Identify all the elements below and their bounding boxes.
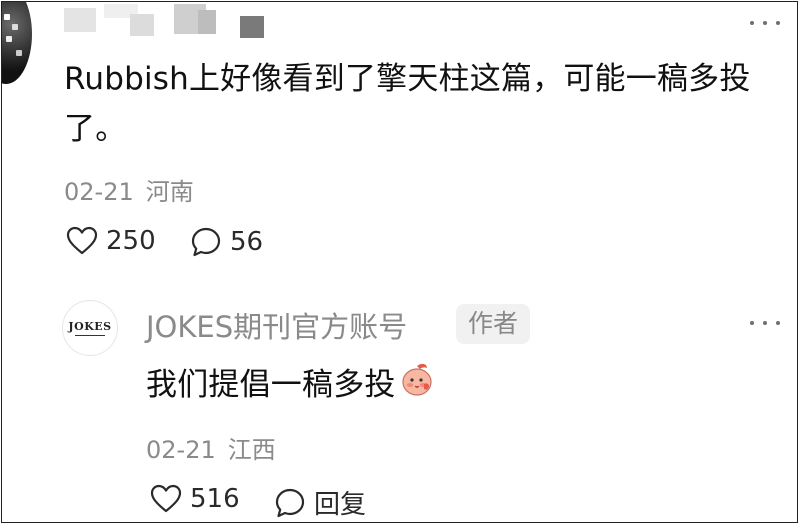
speech-bubble-icon (191, 227, 221, 257)
comment-region: 河南 (145, 178, 194, 206)
reply-label: 回复 (314, 490, 367, 520)
comment-meta: 02-21 河南 (64, 172, 194, 207)
reply-region: 江西 (227, 436, 276, 464)
heart-outline-icon (150, 484, 182, 513)
reply-date: 02-21 (146, 436, 216, 464)
reply-more-options-button[interactable] (750, 318, 780, 328)
comment-text-line1: Rubbish上好像看到了擎天柱这篇，可能一稿多投 (64, 61, 751, 97)
reply-button[interactable]: 回复 (274, 484, 366, 521)
reply-like-count: 516 (190, 484, 240, 514)
heart-outline-icon (66, 226, 98, 255)
more-dots-icon (750, 321, 754, 325)
more-dots-icon (750, 21, 754, 25)
obscured-username (64, 4, 284, 38)
reply-author-avatar[interactable]: JOKES (62, 300, 118, 356)
reply-text: 我们提倡一稿多投 (146, 367, 396, 403)
reply-count: 56 (230, 227, 264, 257)
comment-text-line2: 了。 (64, 111, 127, 147)
speech-bubble-icon (275, 488, 305, 517)
more-options-button[interactable] (750, 18, 780, 28)
peach-face-emoji (398, 360, 436, 413)
like-button[interactable]: 250 (66, 226, 156, 256)
like-count: 250 (106, 226, 156, 256)
reply-text-row: 我们提倡一稿多投 (146, 360, 436, 413)
comment-date: 02-21 (64, 178, 134, 206)
reply-count-button[interactable]: 56 (190, 226, 263, 258)
commenter-avatar[interactable] (2, 2, 32, 84)
comment-thread: Rubbish上好像看到了擎天柱这篇，可能一稿多投 了。 02-21 河南 250… (1, 1, 798, 523)
reply-author-name[interactable]: JOKES期刊官方账号 (146, 304, 407, 346)
reply-like-button[interactable]: 516 (150, 484, 240, 514)
reply-meta: 02-21 江西 (146, 430, 276, 465)
logo-underline (75, 335, 105, 336)
author-badge: 作者 (456, 304, 531, 344)
jokes-logo: JOKES (68, 320, 112, 333)
